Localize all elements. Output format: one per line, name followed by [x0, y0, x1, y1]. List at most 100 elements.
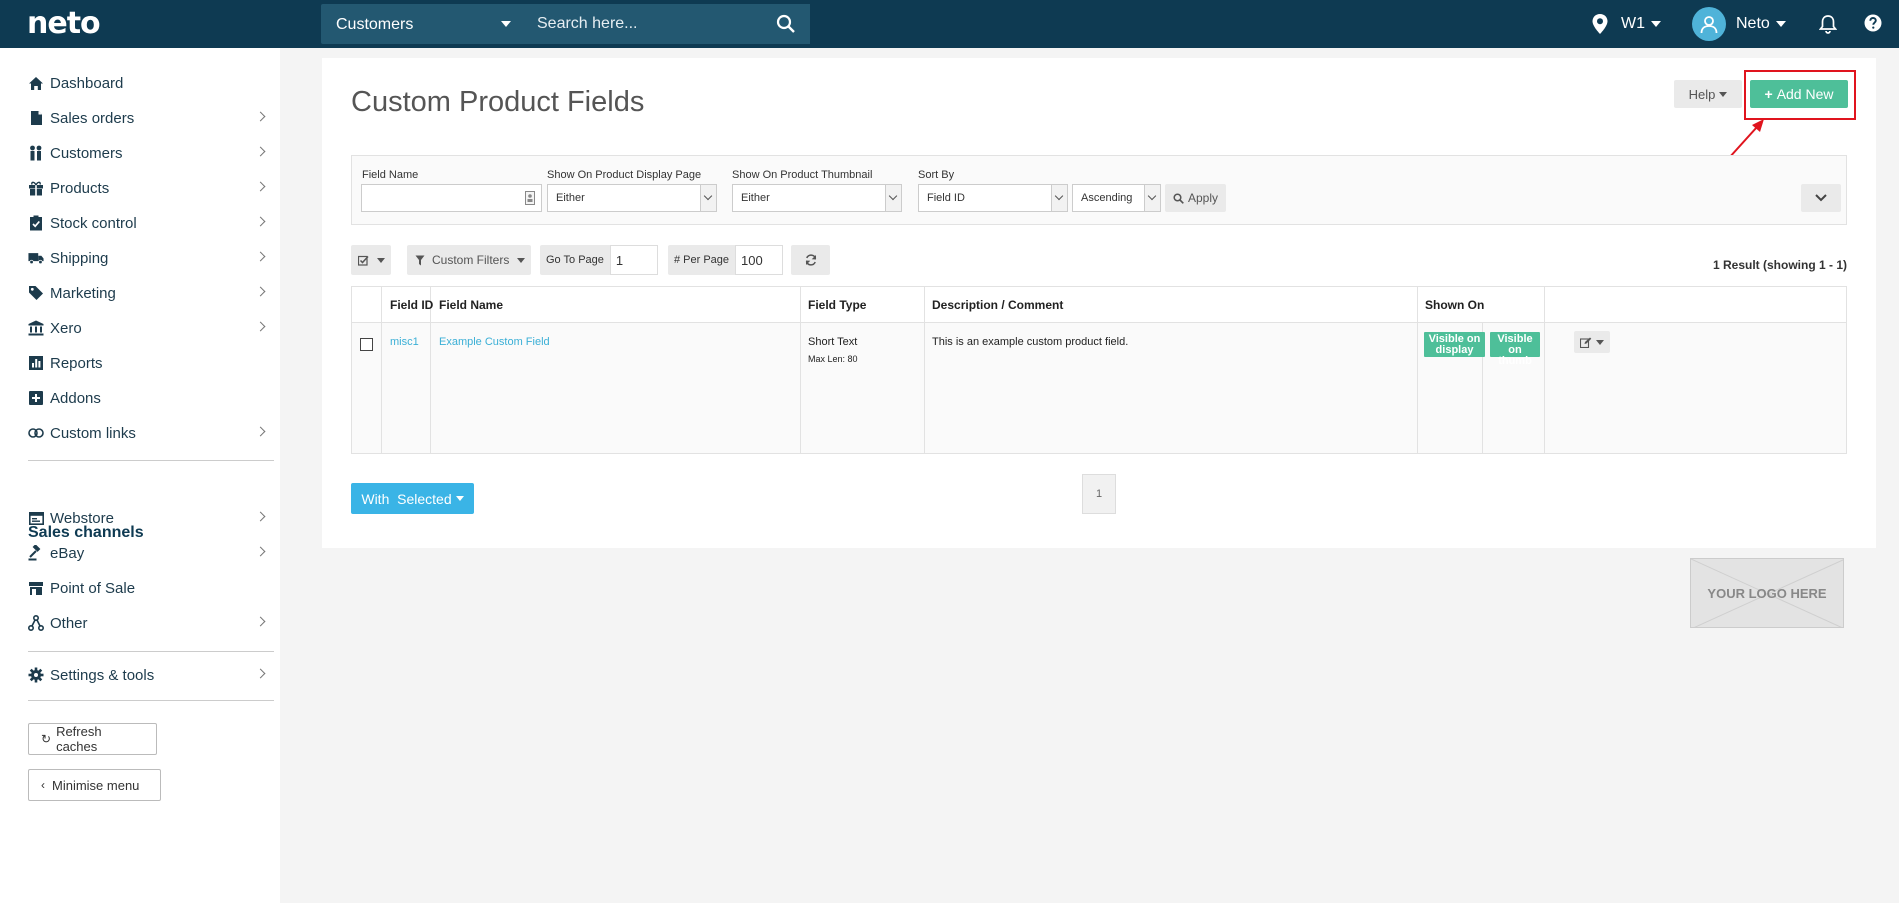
sidebar-item-label: Stock control	[50, 214, 137, 232]
visible-on-thumb-badge: Visible on thumb	[1490, 332, 1540, 367]
column-header-field-type[interactable]: Field Type	[808, 298, 866, 312]
sidebar-item-label: Point of Sale	[50, 579, 136, 597]
chevron-down-icon	[517, 257, 526, 263]
sidebar-item-label: Webstore	[50, 509, 114, 527]
sidebar-item-label: eBay	[50, 544, 85, 562]
document-icon	[28, 110, 44, 126]
chevron-down-icon	[455, 496, 464, 501]
per-page-control: # Per Page 100	[668, 245, 784, 275]
location-selector[interactable]: W1	[1591, 0, 1661, 48]
thumbnail-select[interactable]: Either	[732, 184, 902, 212]
sidebar-item-label: Other	[50, 614, 88, 632]
chevron-right-icon	[255, 511, 266, 522]
sidebar-item-sales-orders[interactable]: Sales orders	[28, 104, 274, 132]
chevron-right-icon	[255, 111, 266, 122]
sidebar-item-custom-links[interactable]: Custom links	[28, 419, 274, 447]
gear-icon	[28, 667, 44, 683]
browser-icon	[28, 510, 44, 526]
field-name-input[interactable]	[361, 184, 542, 212]
thumbnail-label: Show On Product Thumbnail	[732, 169, 873, 181]
refresh-icon: ↻	[41, 732, 52, 746]
search-input[interactable]	[525, 4, 810, 44]
sidebar-item-label: Sales orders	[50, 109, 135, 127]
help-circle-icon[interactable]	[1864, 14, 1882, 32]
plus-square-icon	[28, 390, 44, 406]
visible-on-display-badge: Visible on display	[1424, 332, 1485, 357]
field-description: This is an example custom product field.	[932, 336, 1129, 348]
user-menu[interactable]: Neto	[1692, 0, 1786, 48]
refresh-caches-button[interactable]: ↻ Refresh caches	[28, 723, 157, 755]
with-selected-button[interactable]: With Selected	[351, 483, 474, 514]
column-header-description[interactable]: Description / Comment	[932, 298, 1063, 312]
search-category-select[interactable]: Customers	[321, 4, 525, 44]
link-icon	[28, 425, 44, 441]
chevron-down-icon	[1815, 194, 1827, 202]
clipboard-check-icon	[28, 215, 44, 231]
sidebar-item-products[interactable]: Products	[28, 174, 274, 202]
global-search: Customers	[321, 4, 810, 44]
custom-fields-table: Field ID Field Name Field Type Descripti…	[351, 286, 1847, 454]
chevron-right-icon	[255, 546, 266, 557]
sidebar-item-xero[interactable]: Xero	[28, 314, 274, 342]
expand-filters-button[interactable]	[1801, 184, 1841, 212]
sidebar-item-reports[interactable]: Reports	[28, 349, 274, 377]
chevron-down-icon	[885, 185, 901, 211]
main-card: Custom Product Fields Help + Add New Fie…	[322, 58, 1876, 548]
sidebar-item-label: Shipping	[50, 249, 109, 267]
sidebar: Dashboard Sales orders Customers Product…	[0, 48, 280, 903]
user-name: Neto	[1736, 15, 1770, 32]
chevron-down-icon	[1144, 185, 1160, 211]
apply-button[interactable]: Apply	[1165, 184, 1227, 212]
per-page-input[interactable]: 100	[735, 245, 784, 275]
sort-by-select[interactable]: Field ID	[918, 184, 1068, 212]
neto-logo[interactable]: neto	[27, 6, 101, 41]
network-icon	[28, 615, 44, 631]
sidebar-item-other[interactable]: Other	[28, 609, 274, 637]
sidebar-item-addons[interactable]: Addons	[28, 384, 274, 412]
field-id-link[interactable]: misc1	[390, 336, 419, 348]
search-icon[interactable]	[776, 14, 796, 34]
sidebar-item-settings-tools[interactable]: Settings & tools	[28, 661, 274, 689]
table-row: misc1 Example Custom Field Short Text Ma…	[352, 323, 1846, 453]
go-to-page-input[interactable]: 1	[609, 245, 658, 275]
chevron-down-icon	[1596, 339, 1604, 345]
sidebar-item-webstore[interactable]: Webstore	[28, 504, 274, 532]
column-header-field-id[interactable]: Field ID	[390, 298, 433, 312]
store-icon	[28, 580, 44, 596]
sort-order-select[interactable]: Ascending	[1072, 184, 1161, 212]
column-header-field-name[interactable]: Field Name	[439, 298, 503, 312]
gavel-icon	[28, 545, 44, 561]
sidebar-item-point-of-sale[interactable]: Point of Sale	[28, 574, 274, 602]
display-page-select[interactable]: Either	[547, 184, 717, 212]
column-header-shown-on[interactable]: Shown On	[1425, 298, 1484, 312]
select-all-dropdown[interactable]	[351, 245, 391, 275]
sidebar-item-label: Settings & tools	[50, 666, 155, 684]
gift-icon	[28, 180, 44, 196]
field-name-link[interactable]: Example Custom Field	[439, 336, 550, 348]
minimise-menu-button[interactable]: ‹ Minimise menu	[28, 769, 161, 801]
row-checkbox[interactable]	[360, 338, 373, 351]
sidebar-item-label: Customers	[50, 144, 123, 162]
sidebar-item-stock-control[interactable]: Stock control	[28, 209, 274, 237]
pagination-page-1[interactable]: 1	[1082, 474, 1116, 514]
display-page-label: Show On Product Display Page	[547, 169, 702, 181]
sidebar-item-customers[interactable]: Customers	[28, 139, 274, 167]
chevron-down-icon	[1775, 21, 1786, 27]
checkbox-icon	[357, 255, 369, 266]
location-label: W1	[1621, 15, 1645, 32]
sidebar-item-marketing[interactable]: Marketing	[28, 279, 274, 307]
avatar	[1692, 7, 1726, 41]
refresh-button[interactable]	[791, 245, 830, 275]
bell-icon[interactable]	[1819, 14, 1837, 34]
go-to-page-control: Go To Page 1	[540, 245, 658, 275]
sidebar-item-ebay[interactable]: eBay	[28, 539, 274, 567]
help-button[interactable]: Help	[1674, 80, 1742, 108]
sidebar-item-shipping[interactable]: Shipping	[28, 244, 274, 272]
search-icon	[1173, 192, 1184, 204]
row-edit-dropdown[interactable]	[1574, 331, 1610, 353]
sidebar-item-dashboard[interactable]: Dashboard	[28, 69, 274, 97]
custom-filters-dropdown[interactable]: Custom Filters	[407, 245, 531, 275]
result-count: 1 Result (showing 1 - 1)	[1712, 258, 1847, 272]
sidebar-divider	[28, 460, 274, 461]
field-max-length: Max Len: 80	[808, 354, 858, 364]
